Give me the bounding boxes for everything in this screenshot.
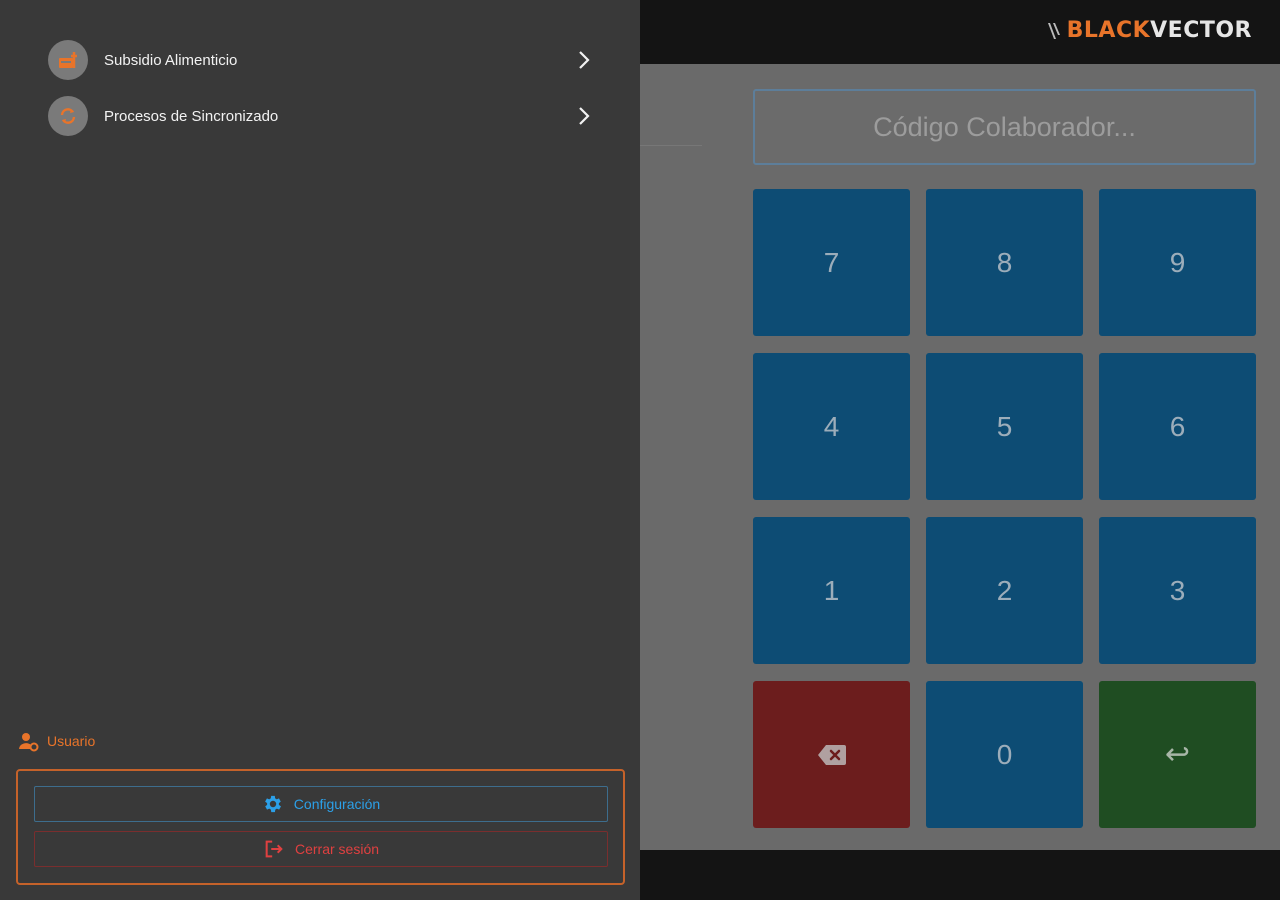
key-1[interactable]: 1 [753,517,910,664]
user-label: Usuario [47,733,96,749]
key-4[interactable]: 4 [753,353,910,500]
key-7[interactable]: 7 [753,189,910,336]
user-gear-icon [19,733,39,752]
menu-item-label: Procesos de Sincronizado [104,107,279,125]
key-5[interactable]: 5 [926,353,1083,500]
configuration-button[interactable]: Configuración [34,786,608,822]
logout-icon [265,840,283,858]
backspace-key[interactable] [753,681,910,828]
numeric-keypad: 7 8 9 4 5 6 1 2 3 0 ↩ [753,189,1256,828]
key-2[interactable]: 2 [926,517,1083,664]
employee-code-input[interactable] [753,89,1256,165]
backspace-icon [817,744,846,765]
content-divider [640,145,702,146]
blackvector-logo: BLACK VECTOR [1047,18,1252,43]
logo-text-black: BLACK [1066,18,1151,43]
key-9[interactable]: 9 [1099,189,1256,336]
configuration-label: Configuración [293,796,381,812]
sync-icon [48,96,88,136]
user-actions-panel: Configuración Cerrar sesión [16,769,625,885]
gear-icon [264,795,281,813]
user-section-header: Usuario [17,730,95,752]
enter-icon: ↩ [1164,738,1191,771]
logo-text-vector: VECTOR [1150,18,1252,43]
key-6[interactable]: 6 [1099,353,1256,500]
menu-item-procesos-sincronizado[interactable]: Procesos de Sincronizado [48,95,594,137]
key-3[interactable]: 3 [1099,517,1256,664]
logo-mark-icon [1047,22,1060,39]
menu-item-subsidio-alimenticio[interactable]: Subsidio Alimenticio [48,39,594,81]
logout-label: Cerrar sesión [294,841,380,857]
chevron-right-icon [579,107,590,125]
navigation-drawer: Subsidio Alimenticio Procesos de Sincron… [0,0,640,900]
enter-key[interactable]: ↩ [1099,681,1256,828]
logout-button[interactable]: Cerrar sesión [34,831,608,867]
chevron-right-icon [579,51,590,69]
key-0[interactable]: 0 [926,681,1083,828]
menu-item-label: Subsidio Alimenticio [104,51,238,69]
food-subsidy-icon [48,40,88,80]
key-8[interactable]: 8 [926,189,1083,336]
